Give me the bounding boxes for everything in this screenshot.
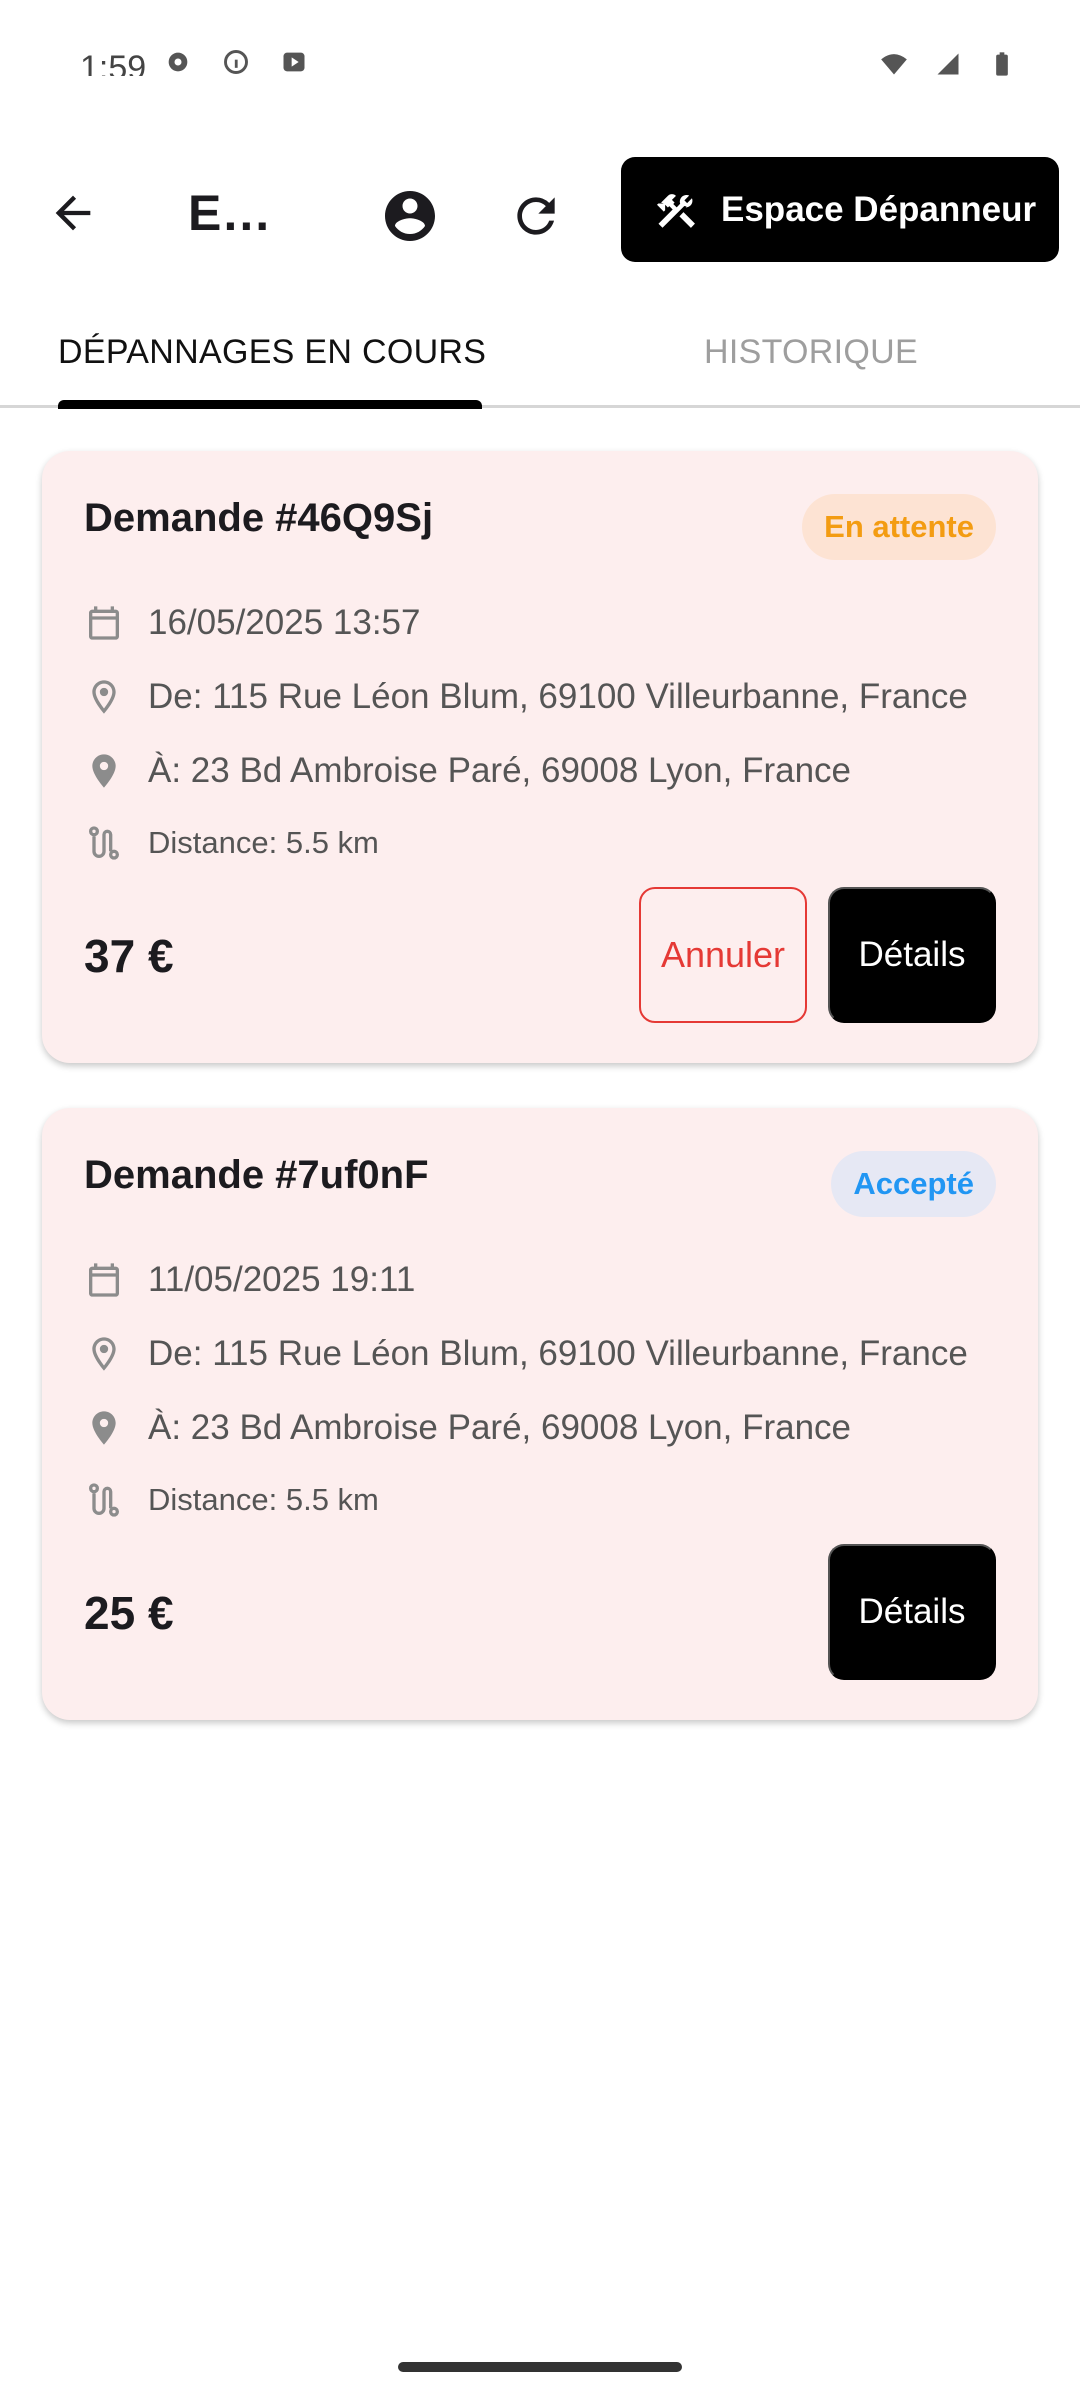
battery-icon [996,52,1008,76]
tab-indicator [58,400,482,409]
request-to-row: À: 23 Bd Ambroise Paré, 69008 Lyon, Fran… [84,1408,851,1448]
request-card: Demande #46Q9Sj En attente 16/05/2025 13… [42,451,1038,1063]
request-card: Demande #7uf0nF Accepté 11/05/2025 19:11… [42,1108,1038,1720]
request-from-row: De: 115 Rue Léon Blum, 69100 Villeurbann… [84,677,968,717]
location-outline-icon [92,680,116,714]
request-to-row: À: 23 Bd Ambroise Paré, 69008 Lyon, Fran… [84,751,851,791]
signal-icon [937,53,959,75]
home-indicator[interactable] [398,2362,682,2372]
page-title: Es… [188,185,298,241]
request-distance-row: Distance: 5.5 km [84,1480,379,1520]
request-to: À: 23 Bd Ambroise Paré, 69008 Lyon, Fran… [148,1408,852,1447]
tab-bar: DÉPANNAGES EN COURS HISTORIQUE [0,300,1080,408]
account-circle-icon [385,191,435,241]
refresh-icon [517,197,555,235]
details-button[interactable]: Détails [828,887,996,1023]
calendar-icon [89,606,119,640]
refresh-button[interactable] [502,182,570,250]
request-price: 37 € [84,930,174,982]
request-distance: Distance: 5.5 km [148,825,379,860]
route-icon [89,826,119,860]
tab-depannages-en-cours[interactable]: DÉPANNAGES EN COURS [58,300,486,405]
route-icon [89,1483,119,1517]
location-outline-icon [92,1337,116,1371]
request-title: Demande #7uf0nF [84,1153,429,1197]
settings-icon [168,52,188,72]
request-to: À: 23 Bd Ambroise Paré, 69008 Lyon, Fran… [148,751,852,790]
request-distance: Distance: 5.5 km [148,1482,379,1517]
arrow-back-icon [55,195,91,231]
status-bar: 1:59 [0,0,1080,110]
request-date-row: 11/05/2025 19:11 [84,1260,415,1300]
location-pin-icon [92,1411,116,1445]
calendar-icon [89,1263,119,1297]
status-left-icons [160,48,312,76]
app-bar: Es… Espace Dépanneur [0,150,1080,270]
info-icon [224,50,248,74]
espace-depanneur-button[interactable]: Espace Dépanneur [621,157,1059,262]
cancel-button[interactable]: Annuler [639,887,807,1023]
tools-icon [657,193,695,228]
request-date-row: 16/05/2025 13:57 [84,603,420,643]
request-from: De: 115 Rue Léon Blum, 69100 Villeurbann… [148,677,968,716]
request-distance-row: Distance: 5.5 km [84,823,379,863]
details-button[interactable]: Détails [828,1544,996,1680]
status-right-icons [876,50,1020,78]
request-date: 16/05/2025 13:57 [148,603,421,642]
espace-depanneur-label: Espace Dépanneur [721,189,1037,229]
request-price: 25 € [84,1587,174,1639]
request-title: Demande #46Q9Sj [84,496,434,540]
media-icon [283,52,305,72]
request-from: De: 115 Rue Léon Blum, 69100 Villeurbann… [148,1334,968,1373]
request-from-row: De: 115 Rue Léon Blum, 69100 Villeurbann… [84,1334,968,1374]
tab-historique[interactable]: HISTORIQUE [704,300,918,405]
request-date: 11/05/2025 19:11 [148,1260,416,1299]
profile-button[interactable] [376,182,444,250]
wifi-icon [881,54,907,75]
status-badge: En attente [802,494,996,560]
back-button[interactable] [38,178,108,248]
status-badge: Accepté [831,1151,996,1217]
location-pin-icon [92,754,116,788]
status-time: 1:59 [80,49,147,76]
